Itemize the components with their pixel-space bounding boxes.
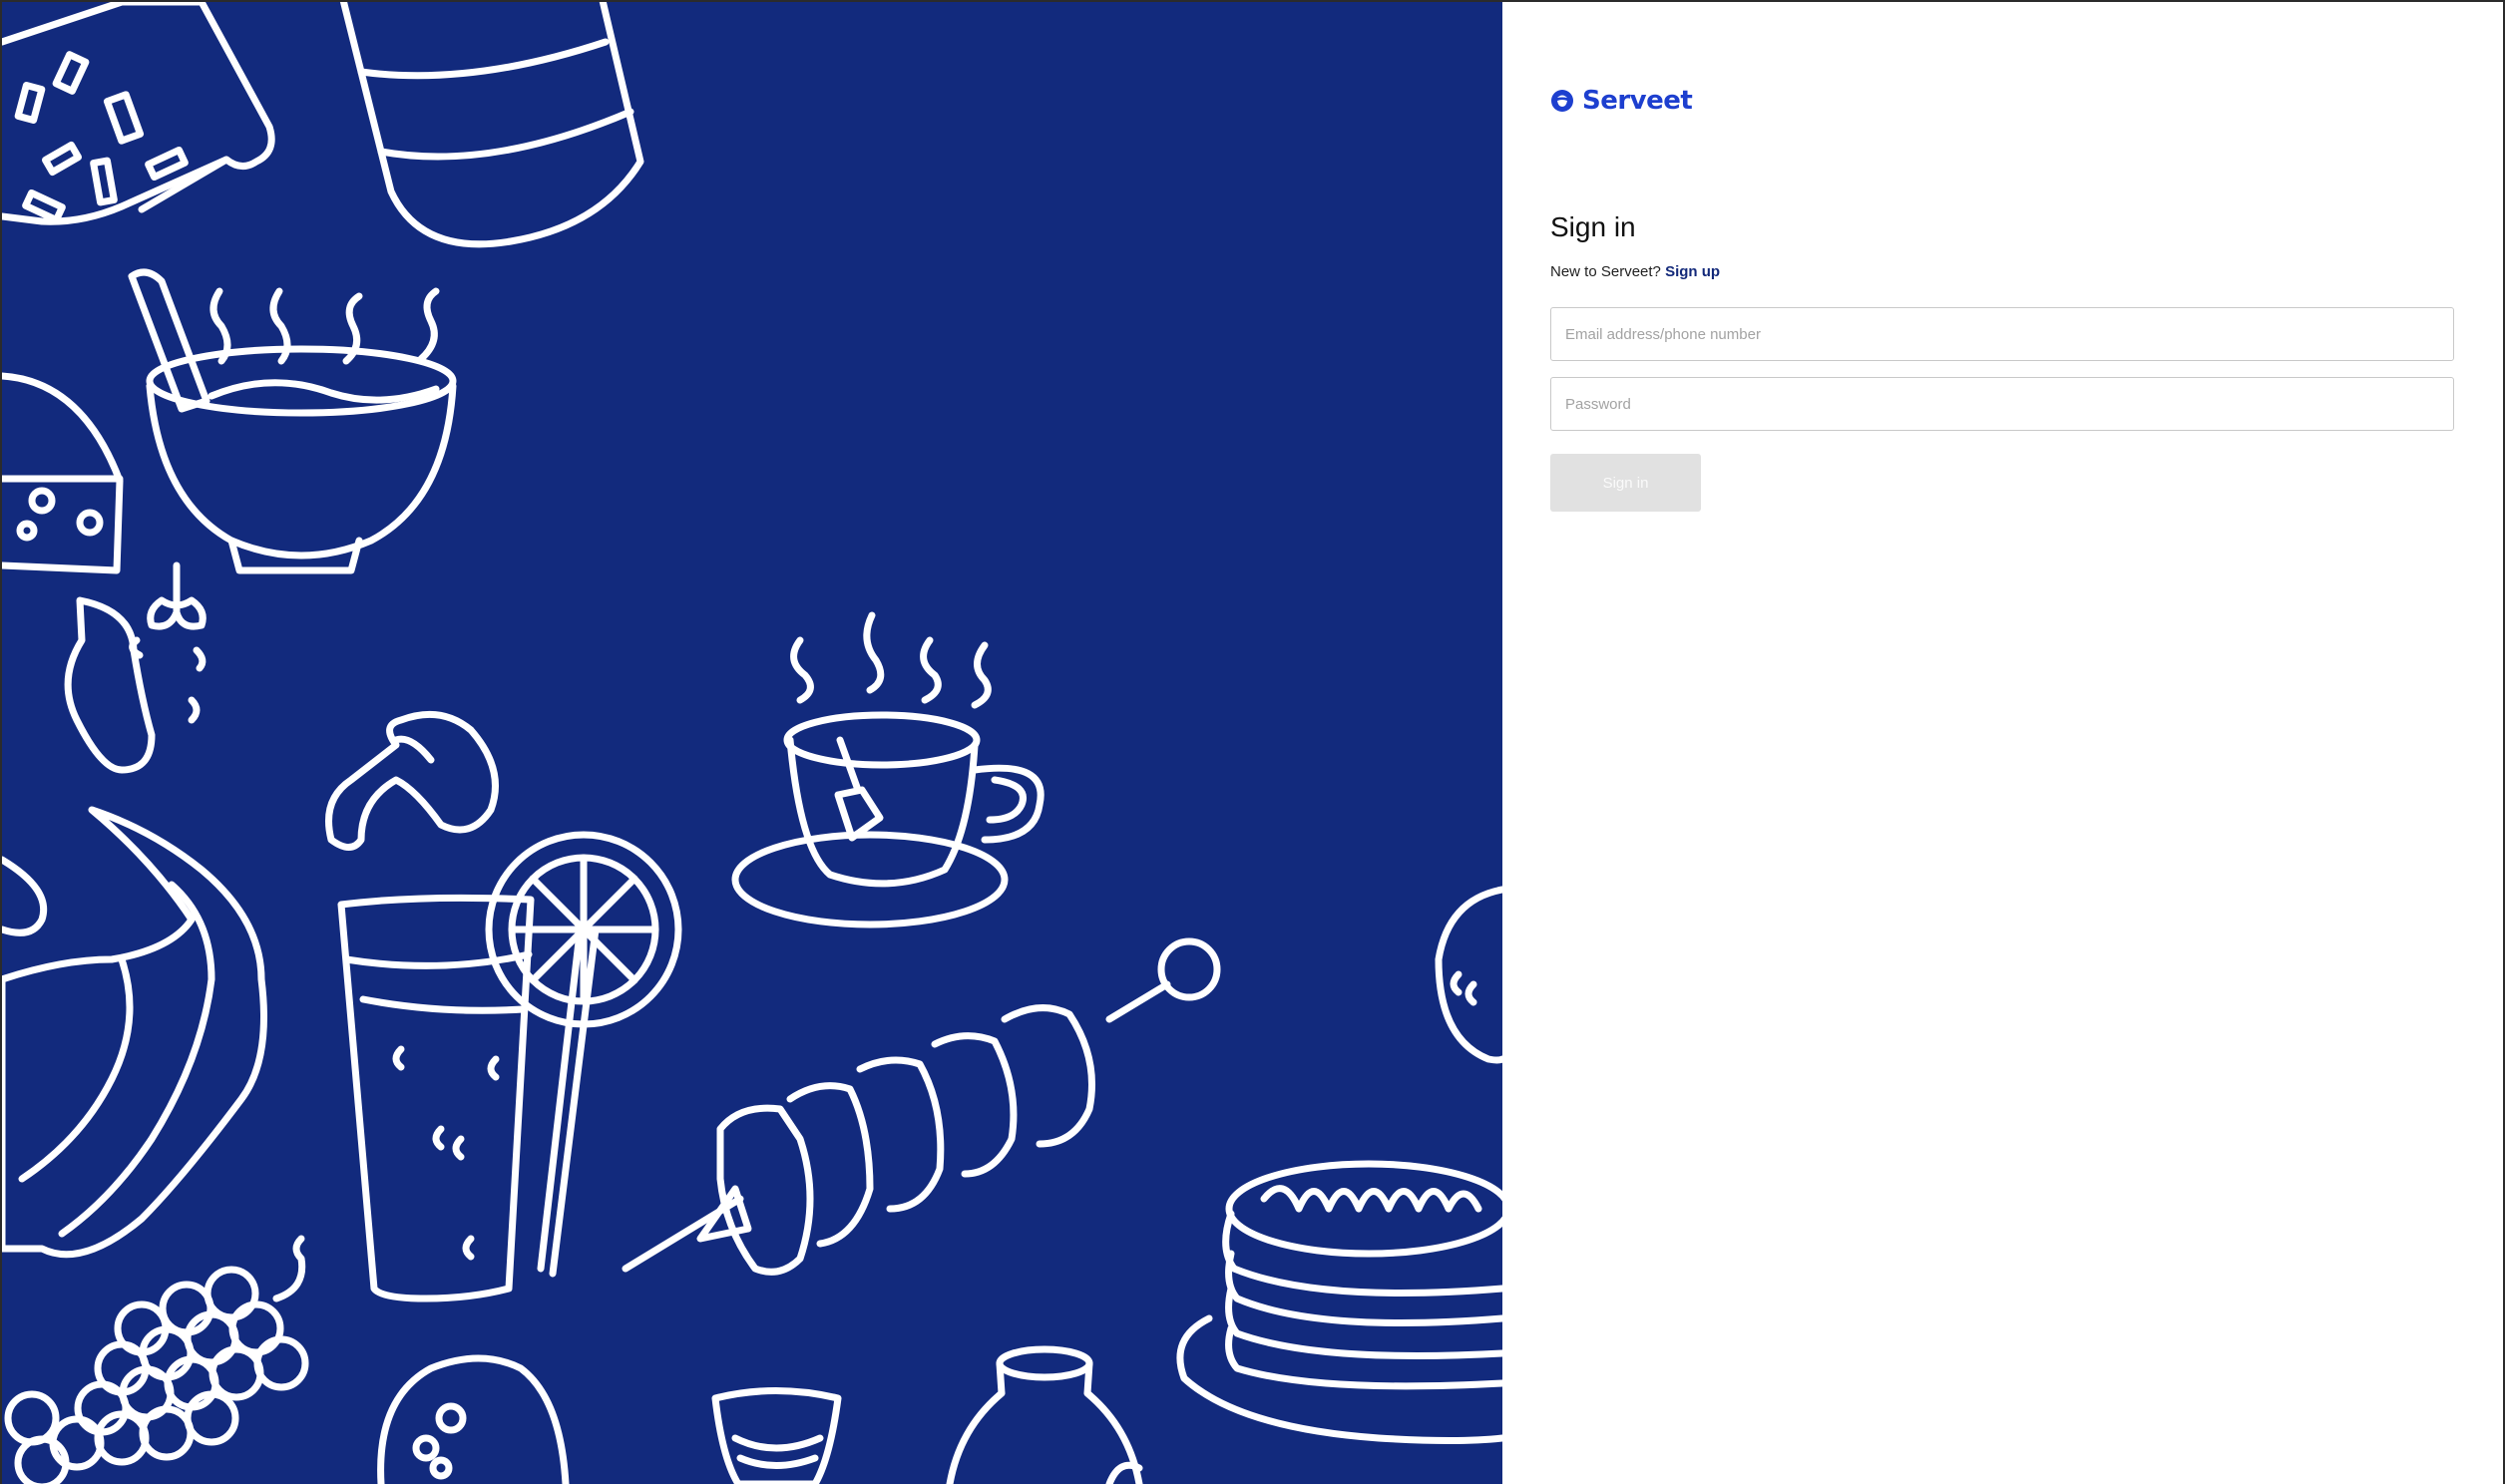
bun-doodle [377, 1354, 570, 1484]
croissant-doodle [2, 806, 267, 1259]
signup-link[interactable]: Sign up [1665, 263, 1720, 280]
sign-in-panel: Serveet Sign in New to Serveet? Sign up … [1502, 2, 2503, 1484]
shot-glass-doodle [711, 1387, 842, 1484]
tea-cup-doodle [731, 611, 1044, 928]
serveet-logo-icon [1551, 90, 1573, 112]
mushroom-doodle [325, 710, 499, 851]
password-input[interactable] [1550, 377, 2454, 431]
fruit-edge-doodle [1435, 886, 1502, 1064]
signup-prompt: New to Serveet? Sign up [1550, 263, 1720, 280]
pancake-stack-doodle [1176, 1160, 1502, 1444]
brand-logo[interactable]: Serveet [1550, 86, 1693, 116]
food-doodle-illustration [2, 2, 1502, 1484]
cheese-doodle [2, 372, 124, 574]
soup-bowl-doodle [128, 268, 457, 574]
strawberry-doodle [64, 561, 207, 774]
lemonade-glass-doodle [337, 831, 682, 1302]
grapes-doodle [4, 1235, 309, 1484]
email-phone-input[interactable] [1550, 307, 2454, 361]
pizza-slice-doodle [2, 2, 275, 225]
sign-in-button[interactable]: Sign in [1550, 454, 1701, 512]
signup-prompt-text: New to Serveet? [1550, 263, 1661, 280]
jar-doodle [946, 1345, 1143, 1484]
bottle-doodle [339, 2, 644, 248]
brand-name: Serveet [1582, 86, 1693, 116]
food-illustration-panel [2, 2, 1502, 1484]
app-window: Serveet Sign in New to Serveet? Sign up … [2, 2, 2503, 1484]
kebab-skewer-doodle [622, 937, 1221, 1276]
page-title: Sign in [1550, 211, 1636, 242]
